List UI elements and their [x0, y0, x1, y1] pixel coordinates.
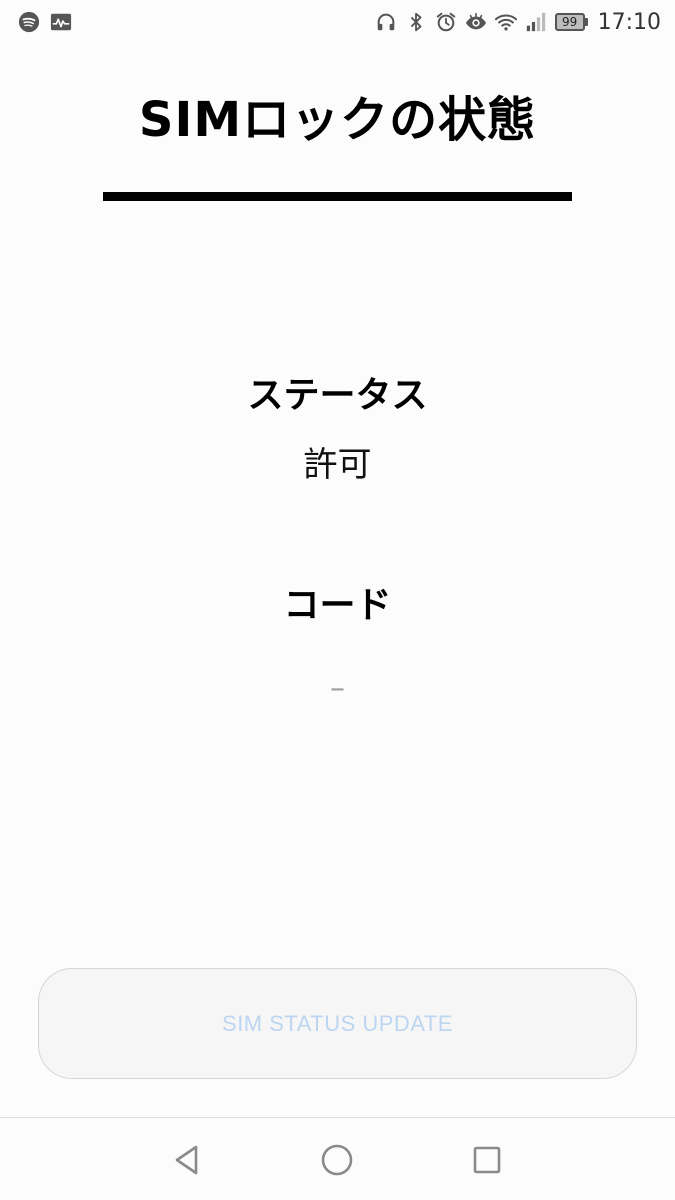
sim-status-update-button[interactable]: SIM STATUS UPDATE — [38, 968, 637, 1079]
back-icon — [175, 1145, 198, 1175]
status-bar-system: 99 17:10 — [367, 10, 661, 35]
alarm-icon — [435, 11, 457, 33]
back-button[interactable] — [165, 1138, 209, 1182]
bluetooth-icon — [405, 11, 427, 33]
recents-icon — [473, 1146, 501, 1174]
title-underline — [103, 192, 572, 201]
home-icon — [321, 1144, 353, 1176]
home-button[interactable] — [315, 1138, 359, 1182]
activity-monitor-icon — [50, 11, 72, 33]
status-bar-notifications — [18, 11, 82, 33]
navigation-bar — [0, 1118, 675, 1200]
code-label: コード — [283, 585, 392, 626]
recents-button[interactable] — [465, 1138, 509, 1182]
status-value: 許可 — [303, 445, 372, 485]
status-bar: 99 17:10 — [0, 0, 675, 44]
clock: 17:10 — [597, 9, 661, 35]
code-value: – — [330, 671, 345, 706]
eye-comfort-icon — [465, 11, 487, 33]
battery-icon: 99 — [554, 13, 588, 31]
spotify-icon — [18, 11, 40, 33]
cell-signal-icon — [525, 11, 547, 33]
page-title: SIMロックの状態 — [138, 92, 537, 148]
battery-level: 99 — [554, 13, 585, 31]
sim-lock-status-screen: 99 17:10 SIMロックの状態 ステータス 許可 コード – SIM ST… — [0, 0, 675, 1200]
status-label: ステータス — [247, 375, 428, 416]
wifi-icon — [494, 11, 517, 33]
headphones-icon — [375, 11, 397, 33]
